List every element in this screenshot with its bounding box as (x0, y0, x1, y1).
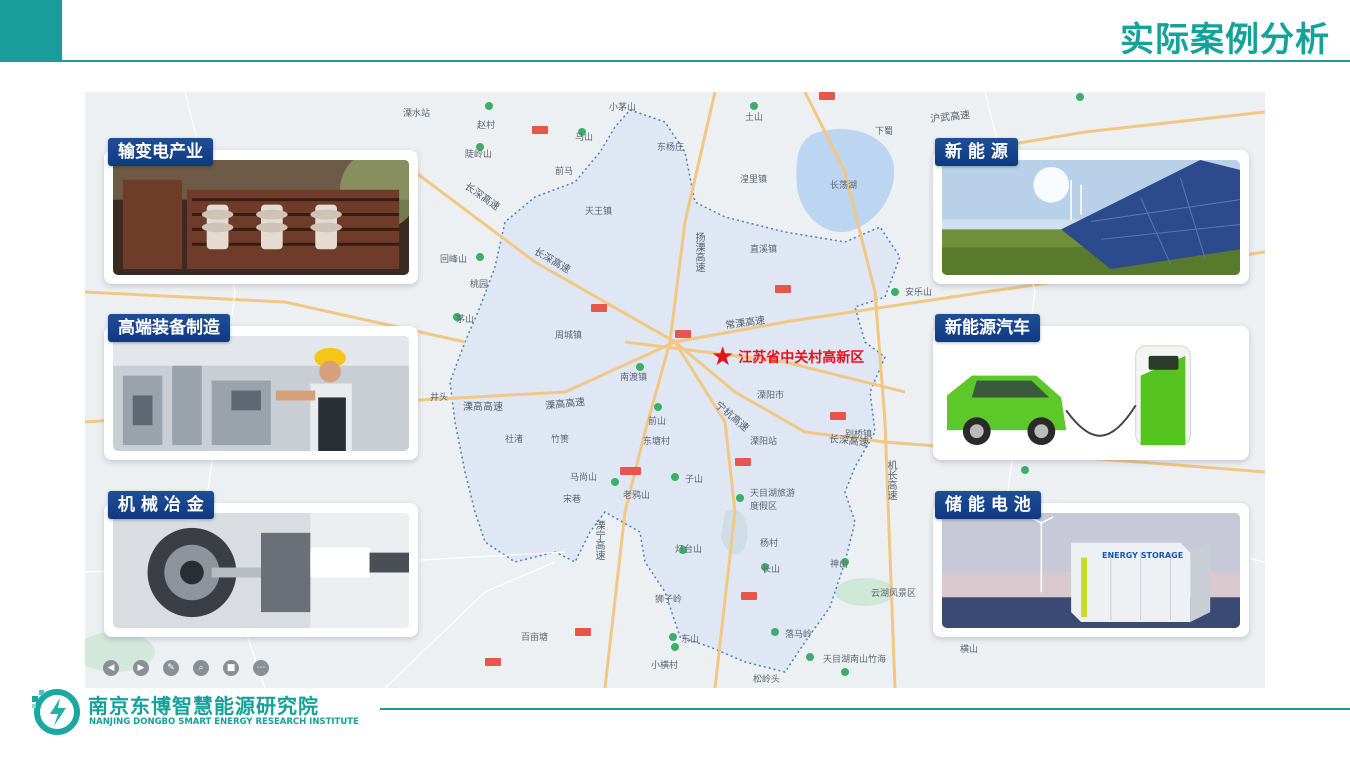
card-new-energy-vehicle[interactable]: 新能源汽车 (933, 314, 1249, 460)
card-label: 新能源汽车 (935, 314, 1040, 342)
map-place-label: 马山 (575, 133, 594, 143)
map-place-label: 东杨庄 (657, 143, 685, 153)
road-label: 溧宁高速 (593, 520, 604, 560)
map-place-label: 东塘村 (643, 437, 671, 447)
map-place-label: 神山 (830, 560, 849, 570)
map-place-label: 长荡湖 (830, 181, 858, 191)
card-label: 输变电产业 (108, 138, 213, 166)
map-place-label: 天目湖旅游度假区 (750, 489, 796, 512)
map-place-label: 安乐山 (905, 288, 933, 298)
map-place-label: 溧水站 (403, 109, 431, 119)
map-place-label: 溧阳市 (757, 391, 785, 401)
map-place-label: 桃园 (470, 280, 489, 290)
map-place-label: 云湖风景区 (871, 589, 917, 599)
map-place-label: 百亩塘 (521, 633, 549, 643)
pen-icon[interactable]: ✎ (163, 660, 179, 676)
road-label: 溧高高速 (463, 402, 503, 413)
org-name-cn: 南京东博智慧能源研究院 (88, 694, 319, 718)
map-place-label: 杨村 (760, 539, 779, 549)
target-label: 江苏省中关村高新区 (738, 350, 865, 366)
card-machinery-metallurgy[interactable]: 机 械 冶 金 (104, 491, 418, 637)
card-power-transmission[interactable]: 输变电产业 (104, 138, 418, 284)
map-place-label: 直溪镇 (750, 245, 778, 255)
energy-storage-photo-icon: ENERGY STORAGE (942, 513, 1240, 628)
map-place-label: 周城镇 (555, 331, 583, 341)
map-place-label: 宋巷 (563, 495, 582, 505)
map-place-label: 小横村 (651, 661, 679, 671)
map-place-label: 陡岭山 (465, 150, 493, 160)
map-place-label: 马尚山 (570, 473, 598, 483)
map-place-label: 土山 (745, 113, 764, 123)
map-place-label: 东山 (681, 635, 700, 645)
map-place-label: 子山 (685, 475, 704, 485)
card-label: 高端装备制造 (108, 314, 230, 342)
map-place-label: 井头 (430, 393, 449, 403)
star-icon: ★ (711, 342, 735, 372)
road-label: 机长高速 (885, 460, 896, 500)
footer-divider (380, 708, 1350, 710)
map-place-label: 湟里镇 (740, 175, 768, 185)
map-place-label: 狮子岭 (655, 595, 683, 605)
map-place-label: 老鸦山 (623, 491, 651, 501)
map-place-label: 溧阳站 (750, 437, 778, 447)
card-label: 机 械 冶 金 (108, 491, 214, 519)
map-place-label: 社渚 (505, 435, 524, 445)
map-place-label: 回峰山 (440, 255, 468, 265)
map-place-label: 小茅山 (609, 103, 637, 113)
more-icon[interactable]: ⋯ (253, 660, 269, 676)
map-place-label: 竹箦 (551, 435, 570, 445)
zoom-icon[interactable]: ⌕ (193, 660, 209, 676)
factory-worker-photo-icon (113, 336, 409, 451)
solar-panel-photo-icon (942, 160, 1240, 275)
camera-icon[interactable]: ■ (223, 660, 239, 676)
map-place-label: 前马 (555, 167, 574, 177)
map-place-label: 灯台山 (675, 545, 703, 555)
slide-title: 实际案例分析 (1120, 20, 1330, 60)
ev-charging-photo-icon (942, 336, 1240, 451)
lathe-machine-photo-icon (113, 513, 409, 628)
target-marker: ★ 江苏省中关村高新区 (711, 344, 864, 370)
play-icon[interactable]: ▶ (133, 660, 149, 676)
map-place-label: 南渡镇 (620, 373, 648, 383)
map-place-label: 前山 (648, 417, 667, 427)
dongbo-logo-icon (32, 689, 80, 735)
storage-text: ENERGY STORAGE (1102, 551, 1184, 560)
map-place-label: 横山 (960, 645, 979, 655)
corner-block (0, 0, 62, 62)
card-high-end-equipment[interactable]: 高端装备制造 (104, 314, 418, 460)
map-place-label: 茅山 (456, 315, 475, 325)
map-place-label: 赵村 (477, 121, 496, 131)
transformer-photo-icon (113, 160, 409, 275)
prev-icon[interactable]: ◀ (103, 660, 119, 676)
map-place-label: 天王镇 (585, 207, 613, 217)
card-label: 储 能 电 池 (935, 491, 1041, 519)
card-energy-storage-battery[interactable]: 储 能 电 池 ENERGY STORAGE (933, 491, 1249, 637)
card-new-energy[interactable]: 新 能 源 (933, 138, 1249, 284)
map-place-label: 天目湖南山竹海 (823, 655, 887, 665)
map-place-label: 长山 (762, 565, 781, 575)
card-label: 新 能 源 (935, 138, 1018, 166)
slideshow-controls: ◀ ▶ ✎ ⌕ ■ ⋯ (103, 660, 269, 676)
map-place-label: 落马岭 (785, 630, 813, 640)
map-place-label: 松岭头 (753, 675, 781, 685)
road-label: 扬溧高速 (693, 232, 704, 272)
map-place-label: 下蜀 (875, 127, 894, 137)
org-name-en: NANJING DONGBO SMART ENERGY RESEARCH INS… (89, 717, 359, 727)
